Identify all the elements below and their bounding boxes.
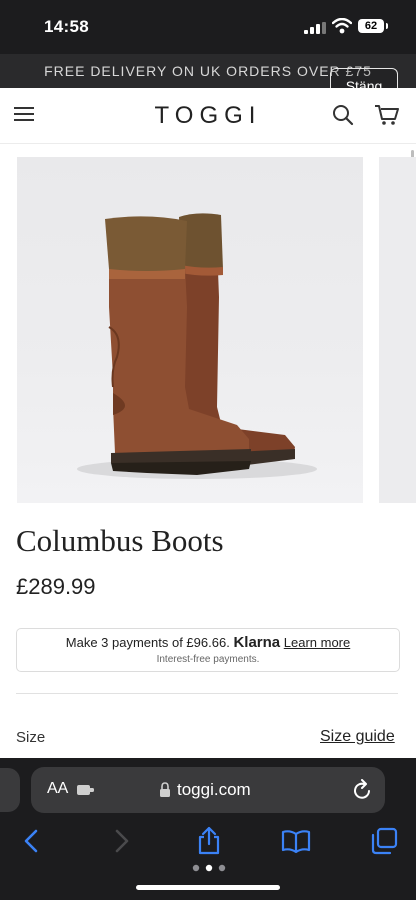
size-guide-link[interactable]: Size guide (320, 728, 395, 746)
klarna-payment-text: Make 3 payments of £96.66. (65, 635, 230, 650)
address-bar[interactable]: AA toggi.com (31, 767, 385, 813)
klarna-note: Interest-free payments. (156, 654, 260, 665)
cart-icon[interactable] (374, 104, 400, 126)
klarna-promo: Make 3 payments of £96.66. Klarna Learn … (16, 628, 400, 672)
boots-illustration (77, 213, 317, 479)
cellular-signal-icon (304, 22, 326, 34)
home-indicator (136, 885, 280, 890)
status-time: 14:58 (44, 17, 89, 36)
status-bar: 14:58 62 (0, 0, 416, 54)
search-icon[interactable] (332, 104, 354, 126)
next-product-image[interactable] (379, 157, 416, 503)
previous-tab-peek[interactable] (0, 768, 20, 812)
battery-tip (386, 23, 388, 29)
tab-page-dots (192, 864, 226, 872)
url-text[interactable]: toggi.com (177, 780, 251, 800)
bookmarks-icon[interactable] (281, 826, 311, 856)
text-size-button[interactable]: AA (47, 780, 68, 798)
product-image[interactable] (17, 157, 363, 503)
share-icon[interactable] (194, 826, 224, 856)
klarna-logo: Klarna (233, 634, 281, 651)
learn-more-link[interactable]: Learn more (284, 635, 350, 650)
reload-icon[interactable] (353, 779, 373, 801)
product-title: Columbus Boots (16, 523, 224, 558)
extension-icon[interactable] (77, 783, 95, 797)
battery-indicator: 62 (358, 19, 384, 33)
lock-icon (160, 782, 170, 797)
tabs-icon[interactable] (369, 826, 399, 856)
web-page: TOGGI Columbus Boots £289.99 Make 3 paym… (0, 88, 416, 758)
back-icon[interactable] (17, 826, 47, 856)
klarna-line: Make 3 payments of £96.66. Klarna Learn … (17, 634, 399, 651)
wifi-icon (332, 18, 352, 34)
product-price: £289.99 (16, 574, 96, 599)
site-header: TOGGI (0, 88, 416, 144)
browser-toolbar: AA toggi.com (0, 758, 416, 900)
size-label: Size (16, 729, 46, 746)
divider (16, 693, 398, 694)
forward-icon[interactable] (106, 826, 136, 856)
